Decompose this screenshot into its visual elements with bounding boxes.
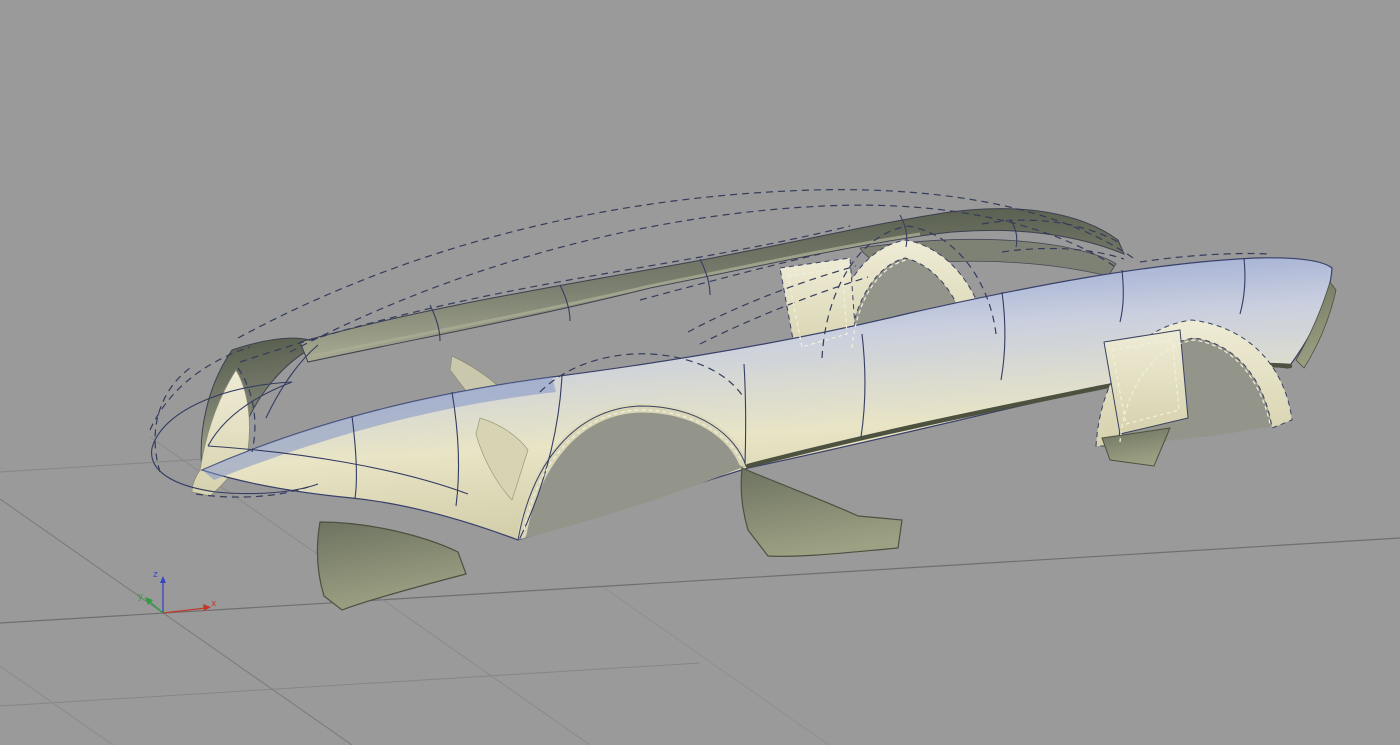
grid-line-major [0, 538, 1400, 623]
z-axis-arrow-icon [160, 576, 166, 583]
front-splitter-surface[interactable] [317, 522, 466, 610]
grid-line [0, 663, 700, 706]
grid-line [603, 587, 829, 745]
x-axis-label: x [211, 599, 217, 609]
y-axis-line [149, 601, 163, 613]
grid-line [0, 666, 113, 745]
viewport-canvas[interactable]: z x y [0, 0, 1400, 745]
scene-svg[interactable]: z x y [0, 0, 1400, 745]
y-axis-label: y [138, 592, 144, 602]
front-fender-ghost-curve[interactable] [155, 368, 190, 472]
grid-line [0, 459, 205, 472]
axis-gizmo: z x y [138, 570, 217, 613]
grid-line [0, 499, 352, 745]
z-axis-label: z [153, 570, 158, 580]
side-skirt-surface[interactable] [741, 468, 902, 556]
